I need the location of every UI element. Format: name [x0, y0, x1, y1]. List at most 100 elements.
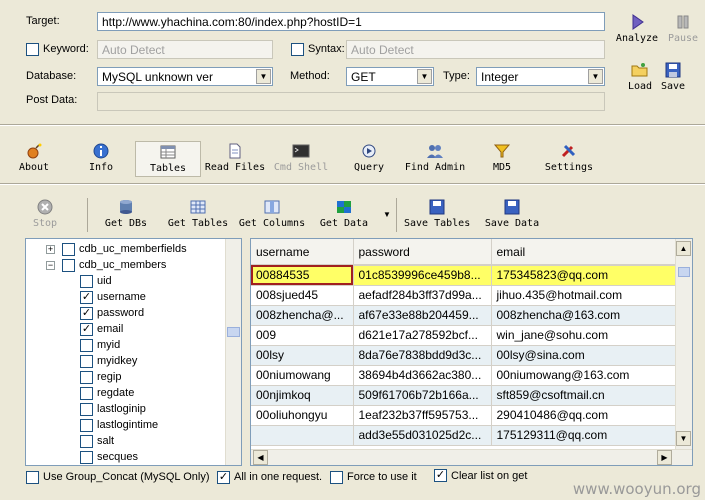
clear-list-checkbox[interactable]: ✓: [434, 469, 447, 482]
grid-hscrollbar[interactable]: ◀ ▶: [251, 449, 692, 465]
cmd-shell-button[interactable]: Cmd Shell: [272, 143, 330, 173]
tree-item-checkbox[interactable]: [80, 403, 93, 416]
pause-button[interactable]: Pause: [664, 14, 702, 44]
tree-item[interactable]: regdate: [26, 386, 224, 402]
method-select[interactable]: GET ▼: [346, 67, 434, 86]
scroll-right-icon[interactable]: ▶: [657, 450, 672, 465]
tree-item[interactable]: + cdb_uc_memberfields: [26, 242, 224, 258]
expand-icon[interactable]: +: [46, 245, 55, 254]
table-cell[interactable]: aefadf284b3ff37d99a...: [353, 285, 492, 306]
table-cell[interactable]: sft859@csoftmail.cn: [491, 385, 677, 406]
postdata-input[interactable]: [97, 92, 605, 111]
table-cell[interactable]: 00njimkoq: [251, 385, 354, 406]
read-files-button[interactable]: Read Files: [204, 143, 266, 173]
collapse-icon[interactable]: −: [46, 261, 55, 270]
table-cell[interactable]: d621e17a278592bcf...: [353, 325, 492, 346]
column-header[interactable]: email: [491, 239, 677, 266]
syntax-input[interactable]: Auto Detect: [346, 40, 605, 59]
tree-item-checkbox[interactable]: [80, 355, 93, 368]
tree-item[interactable]: − cdb_uc_members: [26, 258, 224, 274]
tree-item-checkbox[interactable]: [80, 387, 93, 400]
table-cell[interactable]: 175129311@qq.com: [491, 425, 677, 446]
table-cell[interactable]: win_jane@sohu.com: [491, 325, 677, 346]
column-header[interactable]: username: [251, 239, 354, 266]
table-row[interactable]: 009 d621e17a278592bcf... win_jane@sohu.com: [251, 325, 677, 346]
tree-item[interactable]: myid: [26, 338, 224, 354]
table-cell[interactable]: 290410486@qq.com: [491, 405, 677, 426]
scroll-up-icon[interactable]: ▲: [676, 241, 691, 256]
table-row[interactable]: add3e55d031025d2c... 175129311@qq.com: [251, 425, 677, 446]
table-cell[interactable]: 00884535: [251, 265, 354, 286]
database-select[interactable]: MySQL unknown ver ▼: [97, 67, 273, 86]
table-cell[interactable]: 1eaf232b37ff595753...: [353, 405, 492, 426]
dropdown-arrow-icon[interactable]: ▼: [383, 210, 391, 219]
table-cell[interactable]: jihuo.435@hotmail.com: [491, 285, 677, 306]
table-cell[interactable]: 509f61706b72b166a...: [353, 385, 492, 406]
get-columns-button[interactable]: Get Columns: [238, 199, 306, 229]
all-in-one-checkbox[interactable]: ✓: [217, 471, 230, 484]
tree-item-checkbox[interactable]: [80, 451, 93, 464]
syntax-checkbox[interactable]: [291, 43, 304, 56]
get-dbs-button[interactable]: Get DBs: [104, 199, 148, 229]
table-cell[interactable]: 00lsy@sina.com: [491, 345, 677, 366]
keyword-input[interactable]: Auto Detect: [97, 40, 273, 59]
tree-item-checkbox[interactable]: [80, 275, 93, 288]
scroll-thumb[interactable]: [227, 327, 240, 337]
info-button[interactable]: Info: [84, 143, 118, 173]
table-cell[interactable]: 008sjued45: [251, 285, 354, 306]
tree-item[interactable]: secques: [26, 450, 224, 465]
load-button[interactable]: Load: [625, 62, 655, 92]
tree-item[interactable]: ✓ email: [26, 322, 224, 338]
table-row[interactable]: 00niumowang 38694b4d3662ac380... 00niumowa…: [251, 365, 677, 386]
tree-item[interactable]: myidkey: [26, 354, 224, 370]
tree-item[interactable]: lastloginip: [26, 402, 224, 418]
get-tables-button[interactable]: Get Tables: [167, 199, 229, 229]
table-cell[interactable]: add3e55d031025d2c...: [353, 425, 492, 446]
tree-item[interactable]: ✓ password: [26, 306, 224, 322]
tree-item-checkbox[interactable]: ✓: [80, 291, 93, 304]
type-select[interactable]: Integer ▼: [476, 67, 605, 86]
scroll-thumb[interactable]: [678, 267, 690, 277]
table-row[interactable]: 008sjued45 aefadf284b3ff37d99a... jihuo.43…: [251, 285, 677, 306]
tree-item[interactable]: salt: [26, 434, 224, 450]
tree-item-checkbox[interactable]: ✓: [80, 307, 93, 320]
table-cell[interactable]: 008zhencha@163.com: [491, 305, 677, 326]
table-cell[interactable]: 38694b4d3662ac380...: [353, 365, 492, 386]
scroll-left-icon[interactable]: ◀: [253, 450, 268, 465]
table-cell[interactable]: 01c8539996ce459b8...: [353, 265, 492, 286]
save-button[interactable]: Save: [658, 62, 688, 92]
table-cell[interactable]: 00lsy: [251, 345, 354, 366]
tree-item-checkbox[interactable]: [80, 419, 93, 432]
tree-item-checkbox[interactable]: ✓: [80, 323, 93, 336]
scroll-down-icon[interactable]: ▼: [676, 431, 691, 446]
query-button[interactable]: Query: [350, 143, 388, 173]
table-row[interactable]: 00lsy 8da76e7838bdd9d3c... 00lsy@sina.com: [251, 345, 677, 366]
table-row[interactable]: 008zhencha@... af67e33e88b204459... 008zhe…: [251, 305, 677, 326]
tree-item[interactable]: regip: [26, 370, 224, 386]
settings-button[interactable]: Settings: [543, 143, 595, 173]
table-cell[interactable]: 175345823@qq.com: [491, 265, 677, 286]
table-cell[interactable]: 00niumowang: [251, 365, 354, 386]
save-tables-button[interactable]: Save Tables: [404, 199, 470, 229]
group-concat-checkbox[interactable]: [26, 471, 39, 484]
stop-button[interactable]: Stop: [28, 199, 62, 229]
table-cell[interactable]: af67e33e88b204459...: [353, 305, 492, 326]
table-cell[interactable]: 009: [251, 325, 354, 346]
save-data-button[interactable]: Save Data: [483, 199, 541, 229]
table-cell[interactable]: 00niumowang@163.com: [491, 365, 677, 386]
tree-item[interactable]: ✓ username: [26, 290, 224, 306]
target-input[interactable]: http://www.yhachina.com:80/index.php?hos…: [97, 12, 605, 31]
table-row[interactable]: 00njimkoq 509f61706b72b166a... sft859@csof…: [251, 385, 677, 406]
tree-item-checkbox[interactable]: [80, 339, 93, 352]
about-button[interactable]: About: [14, 143, 54, 173]
table-cell[interactable]: 00oliuhongyu: [251, 405, 354, 426]
analyze-button[interactable]: Analyze: [615, 14, 659, 44]
tree-item-checkbox[interactable]: [62, 243, 75, 256]
md5-button[interactable]: MD5: [487, 143, 517, 173]
tree-item[interactable]: uid: [26, 274, 224, 290]
column-header[interactable]: password: [353, 239, 492, 266]
get-data-button[interactable]: Get Data: [318, 199, 370, 229]
table-cell[interactable]: [251, 425, 354, 446]
table-row[interactable]: 00884535 01c8539996ce459b8... 175345823@qq…: [251, 265, 677, 286]
force-checkbox[interactable]: [330, 471, 343, 484]
